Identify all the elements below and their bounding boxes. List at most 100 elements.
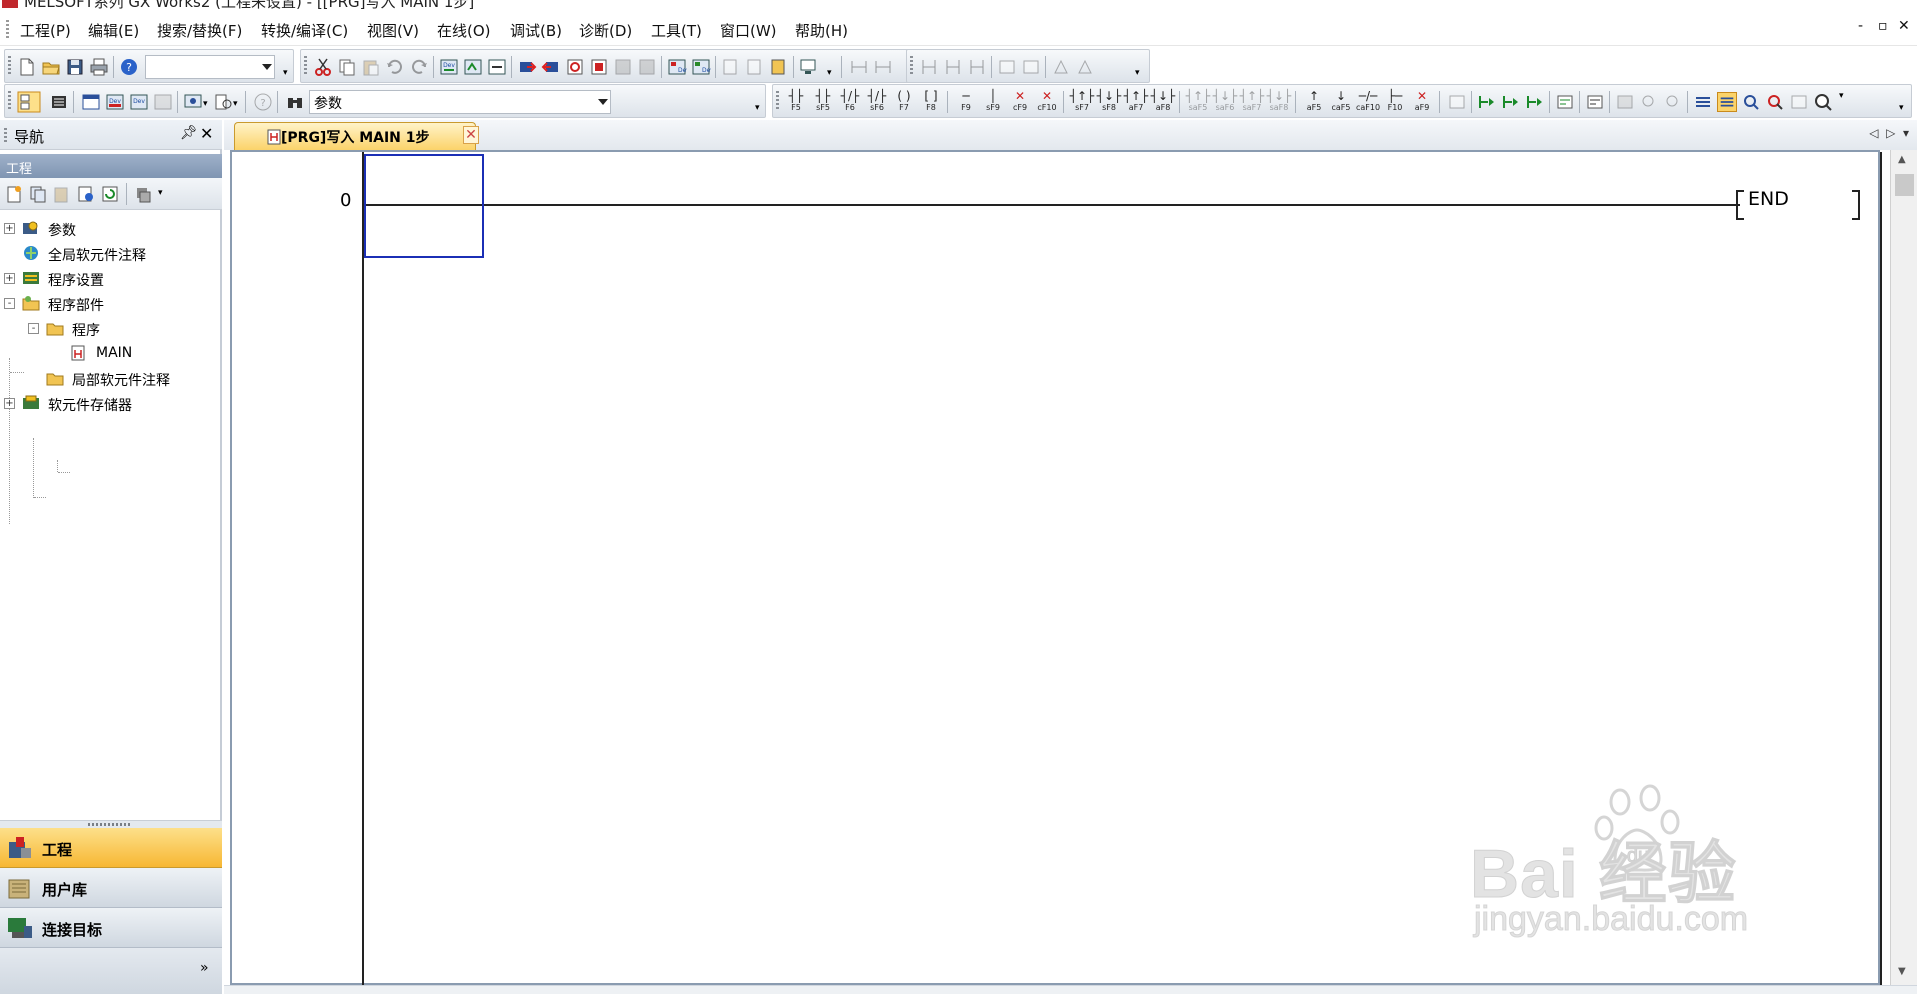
nav-user-library-button[interactable]: 用户库 (0, 868, 222, 908)
tree-item-main[interactable]: MAIN (0, 343, 220, 365)
expand-icon[interactable]: + (4, 398, 15, 409)
device-batch-icon[interactable]: Dev (667, 57, 687, 77)
zoom-in-icon[interactable] (1051, 57, 1071, 77)
chevron-down-icon[interactable]: ▾ (233, 99, 238, 109)
contact-parallel-no-button[interactable]: ┤├ sF5 (810, 90, 836, 114)
ladder-cursor[interactable] (364, 154, 484, 258)
ladder-editor[interactable]: 0 END (230, 150, 1882, 987)
contact-nc-button[interactable]: ┤/├ F6 (837, 90, 863, 114)
chevron-down-icon[interactable]: ▾ (203, 99, 208, 109)
property-icon[interactable] (76, 184, 96, 204)
watch-icon[interactable] (183, 92, 203, 112)
operation-falling-button[interactable]: ↓ caF5 (1328, 90, 1354, 114)
scroll-up-icon[interactable]: ▲ (1898, 154, 1906, 165)
scrollbar-thumb[interactable] (1895, 174, 1914, 196)
parallel-rising-pulse-button[interactable]: ┤↑├ aF7 (1123, 90, 1149, 114)
tree-item-pou[interactable]: - 程序部件 (0, 293, 220, 315)
compile-icon[interactable]: Dev (439, 57, 459, 77)
ladder-insert-row-icon[interactable] (849, 57, 869, 77)
tab-scroll-right-icon[interactable]: ▷ (1886, 126, 1895, 140)
rising-pulse-button[interactable]: ┤↑├ sF7 (1069, 90, 1095, 114)
device-monitor-icon[interactable]: Dev (691, 57, 711, 77)
convert-icon[interactable] (487, 57, 507, 77)
menu-compile[interactable]: 转换/编译(C) (261, 20, 348, 41)
ladder-mode-write-icon[interactable] (1477, 92, 1497, 112)
intelligent-function-icon[interactable] (213, 92, 233, 112)
menu-diagnostics[interactable]: 诊断(D) (579, 20, 632, 41)
delete-vertical-line-button[interactable]: ✕ cF10 (1034, 90, 1060, 114)
statement-edit-icon[interactable] (1585, 92, 1605, 112)
chevron-down-icon[interactable]: ▾ (158, 188, 163, 198)
tree-item-local-comment[interactable]: 局部软元件注释 (0, 368, 220, 390)
coil-button[interactable]: ( ) F7 (891, 90, 917, 114)
restore-icon[interactable]: ▫ (1878, 18, 1888, 34)
delete-column-icon[interactable] (967, 57, 987, 77)
scroll-down-icon[interactable]: ▼ (1898, 966, 1906, 977)
minimize-icon[interactable]: - (1858, 18, 1863, 34)
tab-main-program[interactable]: [PRG]写入 MAIN 1步 ✕ (234, 122, 479, 150)
inverted-result-button[interactable]: ─/─ caF10 (1355, 90, 1381, 114)
insert-line-icon[interactable] (943, 57, 963, 77)
redo-icon[interactable] (409, 57, 429, 77)
expand-icon[interactable]: + (4, 223, 15, 234)
save-icon[interactable] (65, 57, 85, 77)
parallel-negated-rising-button[interactable]: ┤↑├ saF7 (1239, 90, 1265, 114)
nav-connection-button[interactable]: 连接目标 (0, 908, 222, 948)
help-circle-icon[interactable]: ? (253, 92, 273, 112)
verify-plc-icon[interactable] (565, 57, 585, 77)
write-plc-icon[interactable] (517, 57, 537, 77)
copy-data-icon[interactable] (28, 184, 48, 204)
menu-view[interactable]: 视图(V) (367, 20, 419, 41)
refresh-icon[interactable] (100, 184, 120, 204)
comment-edit-icon[interactable] (1555, 92, 1575, 112)
operation-rising-button[interactable]: ↑ aF5 (1301, 90, 1327, 114)
undo-icon[interactable] (385, 57, 405, 77)
output-window-icon[interactable] (81, 92, 101, 112)
more-options-icon[interactable]: » (200, 960, 209, 976)
close-icon[interactable]: ✕ (200, 124, 213, 143)
parallel-falling-pulse-button[interactable]: ┤↓├ aF8 (1150, 90, 1176, 114)
fit-window-icon[interactable] (1789, 92, 1809, 112)
tab-scroll-left-icon[interactable]: ◁ (1869, 126, 1878, 140)
instruction-search-icon[interactable] (1663, 92, 1683, 112)
monitor-stop-icon[interactable] (613, 57, 633, 77)
chevron-down-icon[interactable]: ▾ (1839, 91, 1844, 101)
ladder-mode-read-icon[interactable] (1501, 92, 1521, 112)
toolbar-overflow-icon[interactable]: ▾ (827, 68, 832, 78)
copy-icon[interactable] (337, 57, 357, 77)
contact-no-button[interactable]: ┤├ F5 (783, 90, 809, 114)
menu-help[interactable]: 帮助(H) (795, 20, 848, 41)
menu-project[interactable]: 工程(P) (20, 20, 71, 41)
vertical-scrollbar[interactable]: ▲ ▼ (1890, 150, 1917, 985)
tree-item-global-comment[interactable]: 全局软元件注释 (0, 243, 220, 265)
open-folder-icon[interactable] (41, 57, 61, 77)
close-tab-icon[interactable]: ✕ (463, 126, 479, 144)
cut-icon[interactable] (313, 57, 333, 77)
display-statement-icon[interactable] (1717, 92, 1737, 112)
negated-falling-pulse-button[interactable]: ┤↓├ saF6 (1212, 90, 1238, 114)
find-icon[interactable] (721, 57, 741, 77)
negated-rising-pulse-button[interactable]: ┤↑├ saF5 (1185, 90, 1211, 114)
device-find-icon[interactable] (1765, 92, 1785, 112)
line-entry-button[interactable]: ├─ F10 (1382, 90, 1408, 114)
new-file-icon[interactable] (17, 57, 37, 77)
parameter-combo[interactable]: 参数 (309, 90, 611, 114)
compile-all-icon[interactable] (463, 57, 483, 77)
nav-splitter[interactable] (0, 820, 222, 828)
zoom-icon[interactable] (1741, 92, 1761, 112)
tree-item-parameter[interactable]: + 参数 (0, 218, 220, 240)
print-icon[interactable] (89, 57, 109, 77)
collapse-icon[interactable]: - (28, 323, 39, 334)
device-comment-icon[interactable]: Dev (105, 92, 125, 112)
menu-window[interactable]: 窗口(W) (720, 20, 777, 41)
paste-icon[interactable] (361, 57, 381, 77)
display-settings-icon[interactable] (134, 184, 154, 204)
ladder-delete-row-icon[interactable] (873, 57, 893, 77)
tree-item-program[interactable]: - 程序 (0, 318, 220, 340)
device-batch-replace-icon[interactable] (153, 92, 173, 112)
expand-icon[interactable]: + (4, 273, 15, 284)
binoculars-icon[interactable] (285, 92, 305, 112)
line-delete-button[interactable]: ✕ aF9 (1409, 90, 1435, 114)
read-plc-icon[interactable] (541, 57, 561, 77)
toolbar-overflow-icon[interactable]: ▾ (1899, 103, 1904, 113)
